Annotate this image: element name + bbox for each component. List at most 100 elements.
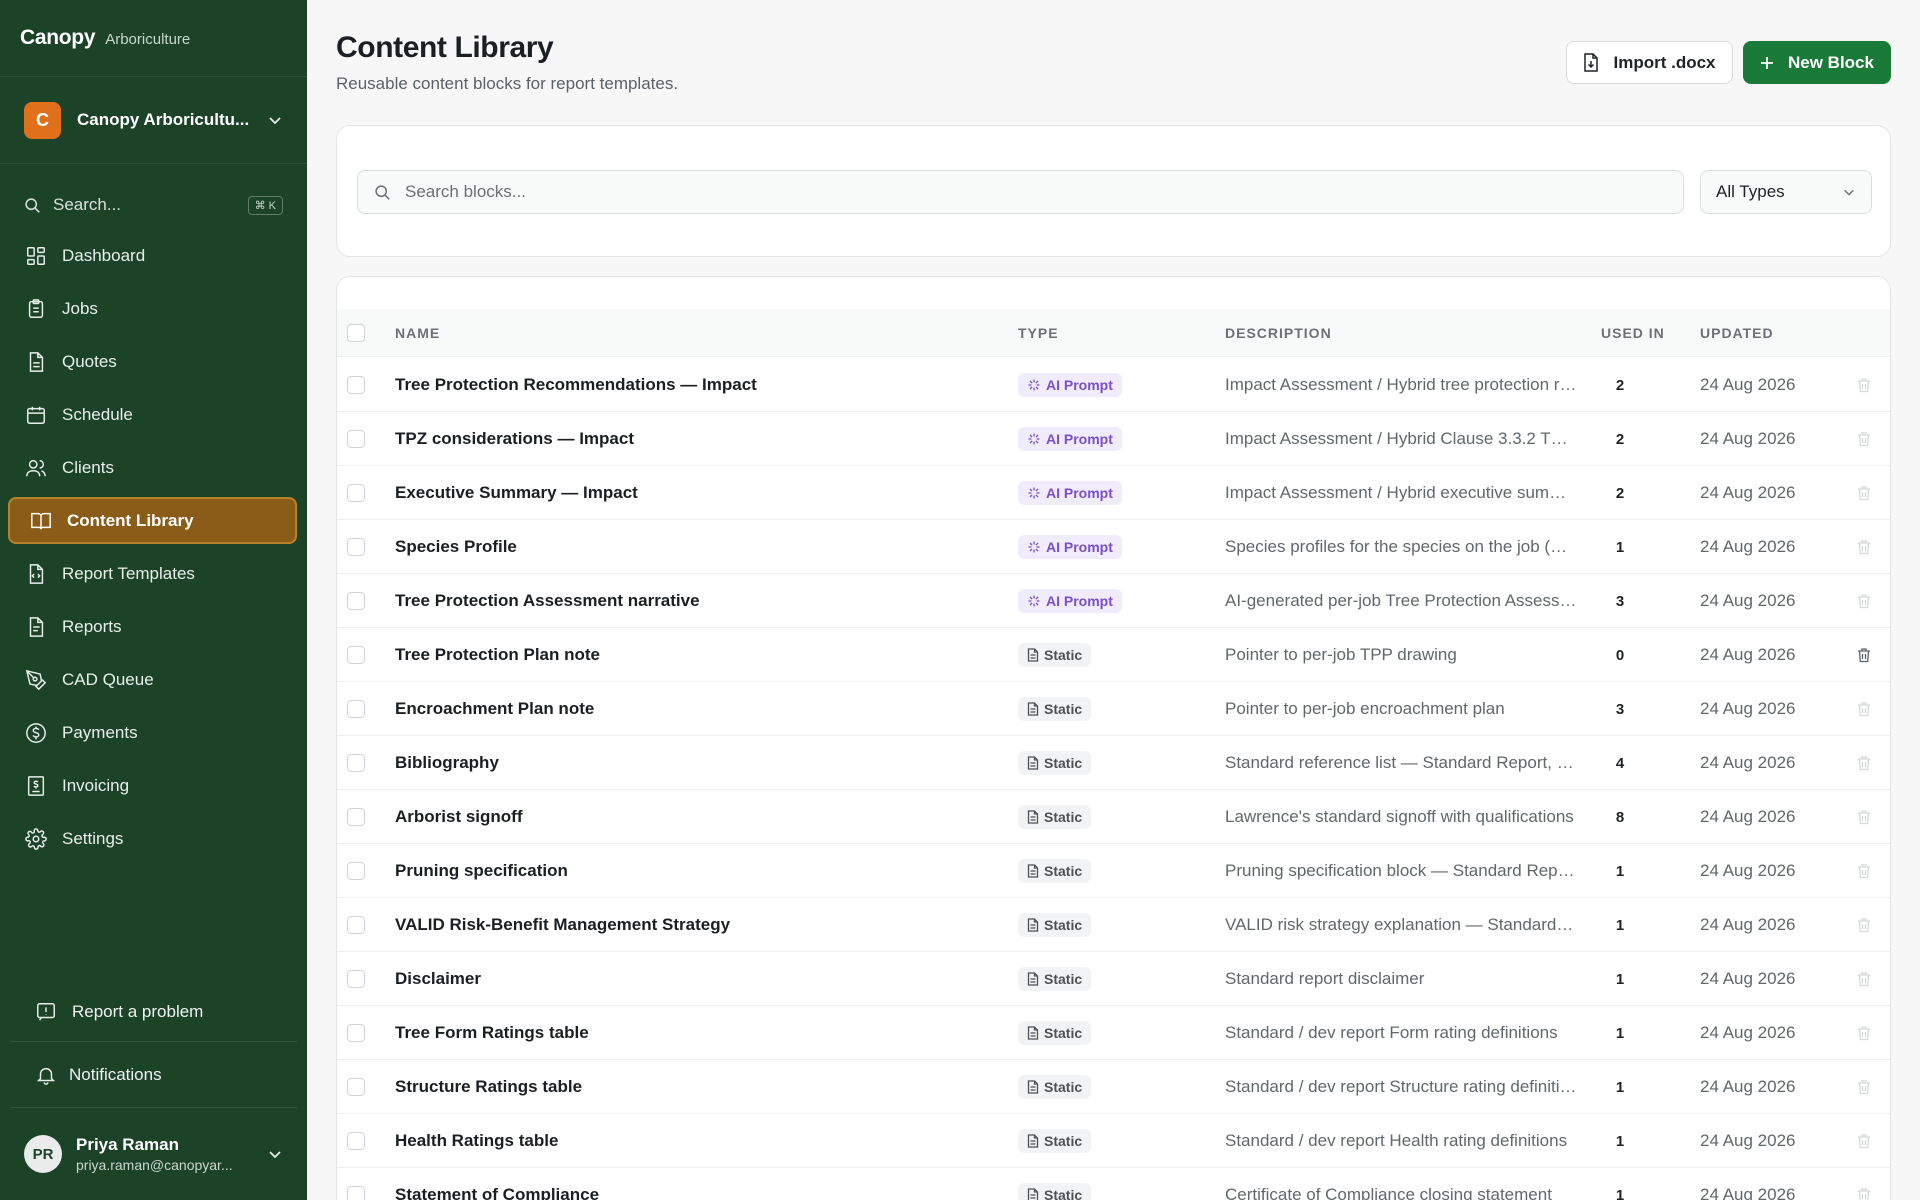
block-name[interactable]: Structure Ratings table — [395, 1060, 955, 1114]
search-shortcut-badge: ⌘ K — [247, 195, 283, 215]
row-checkbox[interactable] — [347, 1024, 365, 1042]
trash-icon — [1857, 809, 1871, 825]
block-name[interactable]: Arborist signoff — [395, 790, 955, 844]
row-checkbox[interactable] — [347, 700, 365, 718]
block-name[interactable]: TPZ considerations — Impact — [395, 412, 955, 466]
column-header-used-in[interactable]: USED IN — [1601, 325, 1665, 341]
user-menu[interactable]: PR Priya Raman priya.raman@canopyar... — [0, 1108, 307, 1200]
block-name[interactable]: Bibliography — [395, 736, 955, 790]
table-row[interactable]: Tree Protection Plan note Static Pointer t… — [337, 628, 1890, 682]
table-row[interactable]: Species Profile AI Prompt Species profiles… — [337, 520, 1890, 574]
block-name[interactable]: Pruning specification — [395, 844, 955, 898]
table-row[interactable]: Bibliography Static Standard reference lis… — [337, 736, 1890, 790]
updated-date: 24 Aug 2026 — [1700, 1023, 1796, 1042]
delete-button[interactable] — [1853, 736, 1875, 790]
table-row[interactable]: Executive Summary — Impact AI Prompt Impac… — [337, 466, 1890, 520]
sidebar-item-clients[interactable]: Clients — [8, 444, 297, 491]
report-problem-link[interactable]: Report a problem — [10, 982, 297, 1042]
sidebar-search[interactable]: Search... ⌘ K — [24, 184, 283, 226]
row-checkbox[interactable] — [347, 538, 365, 556]
delete-button[interactable] — [1853, 1168, 1875, 1200]
delete-button[interactable] — [1853, 412, 1875, 466]
type-filter-select[interactable]: All Types — [1700, 170, 1872, 214]
table-row[interactable]: Tree Protection Recommendations — Impact… — [337, 358, 1890, 412]
table-row[interactable]: Health Ratings table Static Standard / dev… — [337, 1114, 1890, 1168]
sidebar-item-jobs[interactable]: Jobs — [8, 285, 297, 332]
sidebar-item-reports[interactable]: Reports — [8, 603, 297, 650]
block-name[interactable]: Tree Protection Recommendations — Impact — [395, 358, 955, 412]
delete-button[interactable] — [1853, 844, 1875, 898]
updated-date: 24 Aug 2026 — [1700, 807, 1796, 826]
block-name[interactable]: Health Ratings table — [395, 1114, 955, 1168]
table-row[interactable]: Structure Ratings table Static Standard / … — [337, 1060, 1890, 1114]
row-checkbox[interactable] — [347, 1078, 365, 1096]
block-name[interactable]: Tree Protection Plan note — [395, 628, 955, 682]
table-row[interactable]: VALID Risk-Benefit Management Strategy St… — [337, 898, 1890, 952]
table-header: NAME TYPE DESCRIPTION USED IN UPDATED — [337, 309, 1890, 357]
table-row[interactable]: Arborist signoff Static Lawrence's standar… — [337, 790, 1890, 844]
table-row[interactable]: Pruning specification Static Pruning speci… — [337, 844, 1890, 898]
row-checkbox[interactable] — [347, 376, 365, 394]
row-checkbox[interactable] — [347, 1132, 365, 1150]
block-name[interactable]: Tree Form Ratings table — [395, 1006, 955, 1060]
column-header-type[interactable]: TYPE — [1018, 325, 1059, 341]
row-checkbox[interactable] — [347, 916, 365, 934]
search-input[interactable]: Search blocks... — [357, 170, 1684, 214]
sidebar-item-content-library[interactable]: Content Library — [8, 497, 297, 544]
user-name: Priya Raman — [76, 1135, 179, 1154]
sidebar-item-dashboard[interactable]: Dashboard — [8, 232, 297, 279]
new-block-button[interactable]: New Block — [1743, 41, 1891, 84]
sidebar-item-cad-queue[interactable]: CAD Queue — [8, 656, 297, 703]
column-header-updated[interactable]: UPDATED — [1700, 325, 1774, 341]
column-header-description[interactable]: DESCRIPTION — [1225, 325, 1332, 341]
delete-button[interactable] — [1853, 520, 1875, 574]
sidebar-item-invoicing[interactable]: Invoicing — [8, 762, 297, 809]
trash-icon — [1857, 485, 1871, 501]
notifications-link[interactable]: Notifications — [10, 1042, 297, 1108]
delete-button[interactable] — [1853, 466, 1875, 520]
delete-button[interactable] — [1853, 790, 1875, 844]
type-cell: Static — [1018, 1006, 1092, 1060]
org-switcher[interactable]: C Canopy Arboricultu... — [0, 77, 307, 164]
row-checkbox[interactable] — [347, 430, 365, 448]
row-checkbox[interactable] — [347, 592, 365, 610]
delete-button[interactable] — [1853, 682, 1875, 736]
delete-button[interactable] — [1853, 574, 1875, 628]
select-all-checkbox[interactable] — [347, 324, 365, 342]
delete-button[interactable] — [1853, 628, 1875, 682]
table-row[interactable]: Disclaimer Static Standard report disclaim… — [337, 952, 1890, 1006]
import-docx-button[interactable]: Import .docx — [1566, 41, 1733, 84]
block-name[interactable]: Disclaimer — [395, 952, 955, 1006]
sidebar-item-quotes[interactable]: Quotes — [8, 338, 297, 385]
row-checkbox[interactable] — [347, 484, 365, 502]
row-checkbox[interactable] — [347, 862, 365, 880]
block-name[interactable]: VALID Risk-Benefit Management Strategy — [395, 898, 955, 952]
sidebar-item-settings[interactable]: Settings — [8, 815, 297, 862]
block-name[interactable]: Executive Summary — Impact — [395, 466, 955, 520]
delete-button[interactable] — [1853, 898, 1875, 952]
table-row[interactable]: Statement of Compliance Static Certificate… — [337, 1168, 1890, 1200]
block-name[interactable]: Encroachment Plan note — [395, 682, 955, 736]
row-checkbox[interactable] — [347, 1186, 365, 1200]
block-name[interactable]: Species Profile — [395, 520, 955, 574]
sidebar-item-schedule[interactable]: Schedule — [8, 391, 297, 438]
delete-button[interactable] — [1853, 1060, 1875, 1114]
row-checkbox[interactable] — [347, 808, 365, 826]
column-header-name[interactable]: NAME — [395, 325, 440, 341]
delete-button[interactable] — [1853, 1114, 1875, 1168]
row-checkbox[interactable] — [347, 646, 365, 664]
block-name[interactable]: Tree Protection Assessment narrative — [395, 574, 955, 628]
delete-button[interactable] — [1853, 358, 1875, 412]
block-name[interactable]: Statement of Compliance — [395, 1168, 955, 1200]
row-checkbox[interactable] — [347, 970, 365, 988]
table-row[interactable]: Tree Form Ratings table Static Standard / … — [337, 1006, 1890, 1060]
table-row[interactable]: Encroachment Plan note Static Pointer to p… — [337, 682, 1890, 736]
table-row[interactable]: Tree Protection Assessment narrative AI P… — [337, 574, 1890, 628]
sidebar-item-report-templates[interactable]: Report Templates — [8, 550, 297, 597]
delete-button[interactable] — [1853, 952, 1875, 1006]
table-row[interactable]: TPZ considerations — Impact AI Prompt Impa… — [337, 412, 1890, 466]
row-checkbox[interactable] — [347, 754, 365, 772]
sidebar-item-payments[interactable]: Payments — [8, 709, 297, 756]
brand[interactable]: Canopy Arboriculture — [0, 0, 307, 77]
delete-button[interactable] — [1853, 1006, 1875, 1060]
